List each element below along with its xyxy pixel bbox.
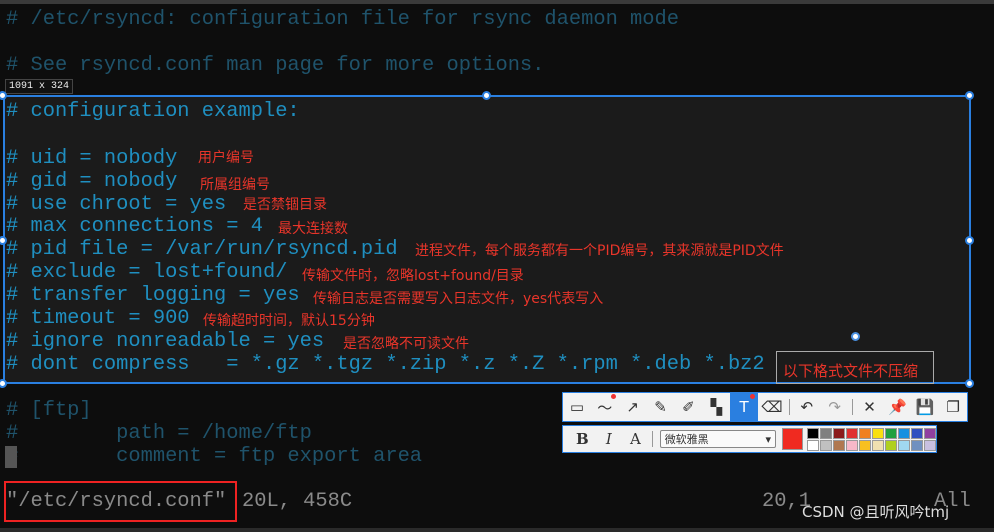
color-swatch[interactable] [885,439,897,451]
code-line: # gid = nobody [6,170,178,193]
color-swatch[interactable] [911,439,923,451]
code-line: # comment = ftp export area [6,445,423,468]
code-line: # exclude = lost+found/ [6,261,288,284]
arrow-tool-icon[interactable]: ↗ [619,393,647,421]
pin-icon[interactable]: 📌 [883,393,911,421]
pencil-tool-icon[interactable]: ✎ [647,393,675,421]
selection-size-label: 1091 x 324 [5,79,74,94]
code-line: # See rsyncd.conf man page for more opti… [6,54,545,77]
code-line: # ignore nonreadable = yes [6,330,325,353]
rotate-handle[interactable] [851,332,860,341]
chevron-down-icon: ▾ [765,432,772,446]
italic-button[interactable]: I [596,425,623,453]
close-icon[interactable]: ✕ [856,393,884,421]
redo-icon[interactable]: ↷ [821,393,849,421]
code-line: # use chroot = yes [6,193,227,216]
color-swatch[interactable] [859,427,871,439]
text-annotation-box[interactable]: 以下格式文件不压缩 [776,351,934,384]
code-line: # /etc/rsyncd: configuration file for rs… [6,8,680,31]
annotation: 传输超时时间，默认15分钟 [203,313,375,329]
color-swatch[interactable] [859,439,871,451]
code-line: # path = /home/ftp [6,422,312,445]
annotation: 最大连接数 [278,221,348,237]
annotation: 进程文件，每个服务都有一个PID编号，其来源就是PID文件 [415,243,784,259]
status-info: 20L, 458C [242,490,353,513]
current-color-swatch[interactable] [782,428,803,450]
code-line: # transfer logging = yes [6,284,300,307]
copy-icon[interactable]: ❐ [939,393,967,421]
color-swatch[interactable] [820,439,832,451]
bold-button[interactable]: B [569,425,596,453]
rectangle-tool-icon[interactable]: ▭ [563,393,591,421]
resize-handle[interactable] [965,236,974,245]
annotation: 传输文件时，忽略lost+found/目录 [302,268,524,284]
annotation-toolbar: ▭ 〜 ↗ ✎ ✐ ▚ T ⌫ ↶ ↷ ✕ 📌 💾 ❐ [562,392,968,422]
color-swatch[interactable] [872,427,884,439]
undo-icon[interactable]: ↶ [793,393,821,421]
color-swatch[interactable] [872,439,884,451]
font-select[interactable]: 微软雅黑 ▾ [659,430,777,448]
code-line: # uid = nobody [6,147,178,170]
code-line: # configuration example: [6,100,300,123]
freehand-tool-icon[interactable]: 〜 [591,393,619,421]
color-swatch[interactable] [846,427,858,439]
color-swatch[interactable] [924,427,936,439]
annotation: 所属组编号 [200,177,270,193]
color-swatch[interactable] [833,439,845,451]
font-select-value: 微软雅黑 [664,433,709,446]
text-tool-button[interactable]: T [730,393,759,421]
color-swatch[interactable] [911,427,923,439]
text-tool-icon: T [739,398,749,416]
code-line: # [ftp] [6,399,92,422]
code-line: # max connections = 4 [6,215,263,238]
text-format-toolbar: B I A 微软雅黑 ▾ [562,425,937,453]
resize-handle[interactable] [482,91,491,100]
mosaic-tool-icon[interactable]: ▚ [702,393,730,421]
code-line: # timeout = 900 [6,307,190,330]
color-swatch[interactable] [807,427,819,439]
annotation: 用户编号 [198,150,254,166]
annotation: 传输日志是否需要写入日志文件，yes代表写入 [313,291,604,307]
color-palette [807,427,936,451]
color-swatch[interactable] [885,427,897,439]
color-swatch[interactable] [898,427,910,439]
annotation: 是否忽略不可读文件 [343,336,469,352]
resize-handle[interactable] [965,91,974,100]
window-bottom-bar [0,528,994,532]
annotation: 是否禁锢目录 [243,197,327,213]
eraser-tool-icon[interactable]: ⌫ [758,393,786,421]
cursor-block [5,446,17,468]
color-swatch[interactable] [924,439,936,451]
window-top-bar [0,0,994,4]
code-line: # dont compress = *.gz *.tgz *.zip *.z *… [6,353,765,376]
color-swatch[interactable] [807,439,819,451]
color-swatch[interactable] [846,439,858,451]
save-icon[interactable]: 💾 [911,393,939,421]
watermark: CSDN @且听风吟tmj [802,503,950,521]
color-swatch[interactable] [820,427,832,439]
font-style-button[interactable]: A [622,425,649,453]
code-line: # pid file = /var/run/rsyncd.pid [6,238,398,261]
annotation[interactable]: 以下格式文件不压缩 [783,360,918,381]
resize-handle[interactable] [0,379,7,388]
resize-handle[interactable] [965,379,974,388]
marker-tool-icon[interactable]: ✐ [674,393,702,421]
color-swatch[interactable] [898,439,910,451]
highlight-box [4,481,237,522]
color-swatch[interactable] [833,427,845,439]
